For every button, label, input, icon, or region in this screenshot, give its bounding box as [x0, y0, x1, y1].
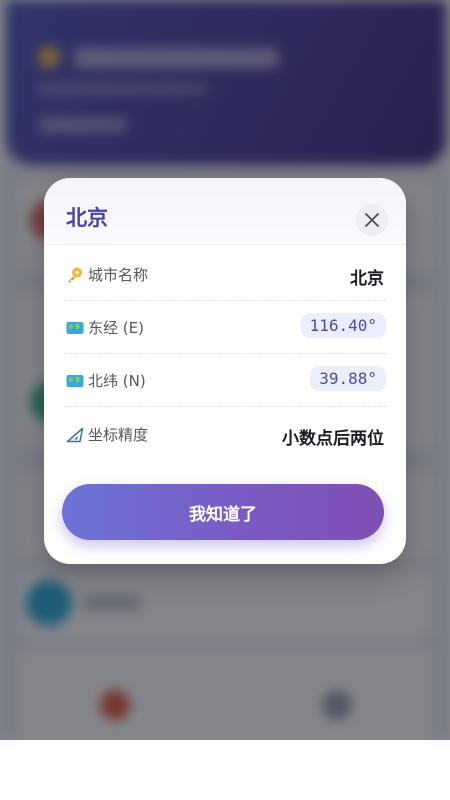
longitude-value: 116.40°	[300, 313, 386, 338]
row-longitude: 东经 (E) 116.40°	[64, 303, 386, 354]
close-icon	[365, 213, 379, 227]
dialog-header: 北京	[44, 178, 406, 245]
city-name-value: 北京	[350, 269, 384, 289]
row-label: 东经 (E)	[88, 319, 144, 337]
city-info-dialog: 北京 城市名称 北京 东经 (E) 116.40° 北纬 (N) 39.88°	[44, 178, 406, 564]
row-label: 城市名称	[88, 266, 149, 284]
row-label: 北纬 (N)	[88, 372, 146, 390]
precision-value: 小数点后两位	[282, 429, 384, 449]
world-map-icon	[66, 322, 84, 334]
triangular-ruler-icon	[66, 427, 84, 443]
world-map-icon	[66, 375, 84, 387]
key-icon	[68, 267, 82, 283]
row-precision: 坐标精度 小数点后两位	[64, 410, 386, 460]
latitude-value: 39.88°	[310, 366, 386, 391]
confirm-button[interactable]: 我知道了	[62, 484, 384, 540]
close-button[interactable]	[356, 204, 388, 236]
row-label: 坐标精度	[88, 426, 149, 444]
row-city-name: 城市名称 北京	[64, 250, 386, 301]
dialog-title: 北京	[66, 206, 108, 230]
row-latitude: 北纬 (N) 39.88°	[64, 356, 386, 407]
